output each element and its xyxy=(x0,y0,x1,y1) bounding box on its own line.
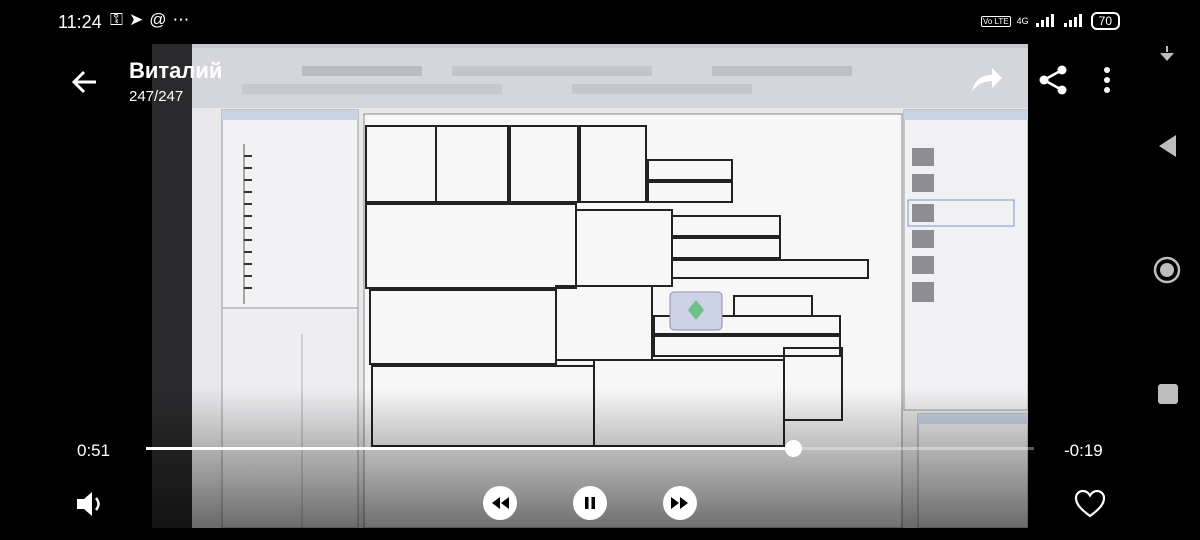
volume-button[interactable] xyxy=(74,488,108,520)
back-triangle-icon[interactable] xyxy=(1156,133,1178,159)
volte-badge: Vo LTE xyxy=(980,15,1011,27)
rewind-button[interactable] xyxy=(483,486,517,520)
key-icon: ⚿ xyxy=(110,10,129,29)
recents-square-icon[interactable] xyxy=(1156,382,1180,406)
favorite-button[interactable] xyxy=(1073,488,1107,520)
speaker-icon xyxy=(77,492,100,516)
status-time: 11:24 xyxy=(58,12,102,32)
arrow-left-icon xyxy=(71,70,96,94)
pause-button[interactable] xyxy=(573,486,607,520)
system-nav-bar xyxy=(1128,0,1200,540)
signal-icon xyxy=(1035,13,1057,30)
fast-forward-button[interactable] xyxy=(663,486,697,520)
video-frame[interactable] xyxy=(152,44,1028,528)
video-content xyxy=(152,44,1028,528)
more-options-button[interactable] xyxy=(1094,64,1120,98)
status-icons: ⚿➤@⋯ xyxy=(110,10,195,30)
heart-icon xyxy=(1074,489,1106,518)
contact-name: Виталий xyxy=(129,58,223,83)
forward-arrow-icon xyxy=(972,68,1002,92)
status-bar: 11:24 ⚿➤@⋯ Vo LTE 4G 70 xyxy=(0,0,1200,44)
more-dots-icon: ⋯ xyxy=(172,10,196,29)
battery-indicator: 70 xyxy=(1090,12,1120,30)
pause-icon xyxy=(585,497,595,509)
status-right: Vo LTE 4G 70 xyxy=(980,12,1120,30)
kebab-menu-icon xyxy=(1104,67,1110,93)
home-circle-icon[interactable] xyxy=(1152,255,1182,285)
back-button[interactable] xyxy=(66,62,106,102)
elapsed-time: 0:51 xyxy=(77,441,111,460)
telegram-icon: ➤ xyxy=(128,10,150,29)
pull-down-icon[interactable] xyxy=(1156,44,1178,68)
share-icon xyxy=(1039,65,1067,95)
share-button[interactable] xyxy=(1036,62,1072,98)
at-icon: @ xyxy=(149,10,173,29)
forward-button[interactable] xyxy=(966,62,1006,98)
remaining-time: -0:19 xyxy=(1064,441,1103,460)
fast-forward-icon xyxy=(671,497,688,509)
media-counter: 247/247 xyxy=(129,88,184,105)
rewind-icon xyxy=(492,497,509,509)
signal-icon-2 xyxy=(1063,13,1085,30)
network-type: 4G xyxy=(1016,16,1029,26)
seek-progress xyxy=(146,447,794,450)
